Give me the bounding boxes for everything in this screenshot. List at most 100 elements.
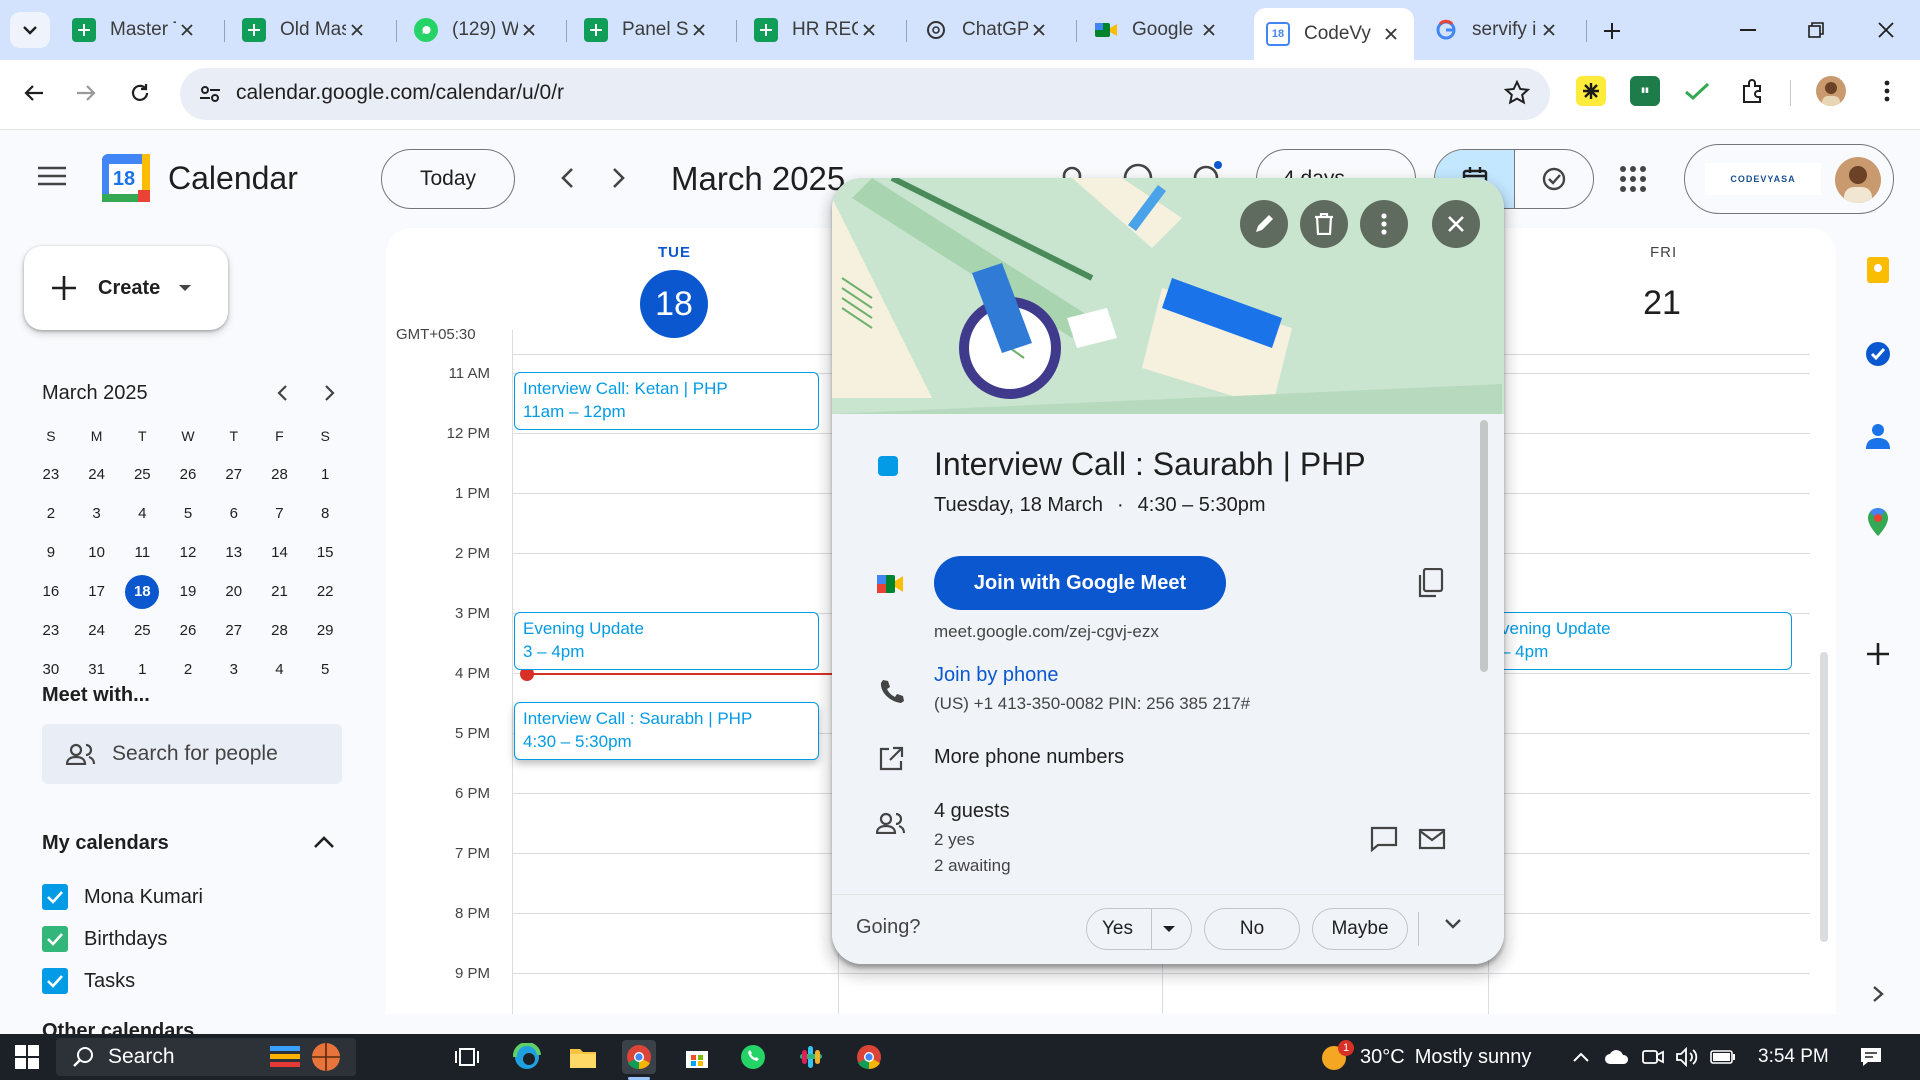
account-switcher[interactable]: CODEVYASA bbox=[1684, 144, 1894, 214]
keep-icon[interactable] bbox=[1862, 254, 1894, 286]
chrome-icon-active[interactable] bbox=[622, 1040, 656, 1074]
mini-day[interactable]: 29 bbox=[302, 622, 348, 639]
mini-day[interactable]: 6 bbox=[211, 505, 257, 522]
mini-day[interactable]: 31 bbox=[74, 661, 120, 678]
mini-day[interactable]: 19 bbox=[165, 583, 211, 600]
mini-day[interactable]: 1 bbox=[119, 661, 165, 678]
expand-rsvp-icon[interactable] bbox=[1444, 918, 1462, 930]
checkbox-checked-icon[interactable] bbox=[42, 884, 68, 910]
chrome-icon[interactable] bbox=[852, 1040, 886, 1074]
close-tab-icon[interactable] bbox=[1028, 19, 1050, 41]
search-people-input[interactable]: Search for people bbox=[42, 724, 342, 784]
rsvp-maybe-button[interactable]: Maybe bbox=[1312, 908, 1408, 950]
mini-day[interactable]: 3 bbox=[74, 505, 120, 522]
get-addons-plus-icon[interactable] bbox=[1862, 638, 1894, 670]
day-header-date[interactable]: 21 bbox=[1632, 284, 1692, 323]
mini-day[interactable]: 11 bbox=[119, 544, 165, 561]
mini-day[interactable]: 27 bbox=[211, 466, 257, 483]
caret-down-icon[interactable] bbox=[1151, 908, 1176, 950]
copy-link-icon[interactable] bbox=[1418, 568, 1444, 598]
mini-day[interactable]: 27 bbox=[211, 622, 257, 639]
close-tab-icon[interactable] bbox=[518, 19, 540, 41]
meet-link[interactable]: meet.google.com/zej-cgvj-ezx bbox=[934, 622, 1159, 642]
mini-day[interactable]: 1 bbox=[302, 466, 348, 483]
edit-event-button[interactable] bbox=[1240, 200, 1288, 248]
chat-guests-icon[interactable] bbox=[1370, 826, 1398, 852]
checkbox-checked-icon[interactable] bbox=[42, 968, 68, 994]
day-header-date-today[interactable]: 18 bbox=[640, 270, 708, 338]
mini-day[interactable]: 2 bbox=[28, 505, 74, 522]
reload-button[interactable] bbox=[120, 73, 160, 113]
mini-day[interactable]: 26 bbox=[165, 622, 211, 639]
join-google-meet-button[interactable]: Join with Google Meet bbox=[934, 556, 1226, 610]
mini-day[interactable]: 23 bbox=[28, 466, 74, 483]
mini-day[interactable]: 22 bbox=[302, 583, 348, 600]
guest-count[interactable]: 4 guests bbox=[934, 800, 1010, 823]
weather-widget[interactable]: 1 30°C Mostly sunny bbox=[1318, 1040, 1531, 1074]
address-bar[interactable]: calendar.google.com/calendar/u/0/r bbox=[180, 68, 1550, 120]
checkmark-extension-icon[interactable] bbox=[1682, 76, 1712, 106]
close-tab-icon[interactable] bbox=[346, 19, 368, 41]
join-by-phone-link[interactable]: Join by phone bbox=[934, 664, 1059, 687]
event-ketan-interview[interactable]: Interview Call: Ketan | PHP 11am – 12pm bbox=[514, 372, 819, 430]
browser-tab[interactable]: (129) W bbox=[402, 10, 552, 50]
mini-day[interactable]: 28 bbox=[257, 466, 303, 483]
extension-asterisk-icon[interactable] bbox=[1576, 76, 1606, 106]
mini-day[interactable]: 24 bbox=[74, 466, 120, 483]
mini-day[interactable]: 24 bbox=[74, 622, 120, 639]
close-tab-icon[interactable] bbox=[858, 19, 880, 41]
minimize-button[interactable] bbox=[1718, 12, 1778, 48]
browser-tab[interactable]: Panel Sh bbox=[572, 10, 722, 50]
mini-day[interactable]: 25 bbox=[119, 466, 165, 483]
create-button[interactable]: Create bbox=[24, 246, 228, 330]
mini-next-month-button[interactable] bbox=[318, 382, 340, 404]
mini-day[interactable]: 10 bbox=[74, 544, 120, 561]
contacts-icon[interactable] bbox=[1862, 420, 1894, 452]
mini-day-today[interactable]: 18 bbox=[119, 574, 165, 609]
notifications-icon[interactable] bbox=[1854, 1040, 1888, 1074]
file-explorer-icon[interactable] bbox=[566, 1040, 600, 1074]
restore-button[interactable] bbox=[1786, 12, 1846, 48]
onedrive-cloud-icon[interactable] bbox=[1600, 1040, 1634, 1074]
other-calendars-row[interactable]: Other calendars bbox=[42, 1022, 194, 1034]
forward-button[interactable] bbox=[66, 73, 106, 113]
more-options-button[interactable] bbox=[1360, 200, 1408, 248]
back-button[interactable] bbox=[14, 73, 54, 113]
browser-menu-icon[interactable] bbox=[1872, 76, 1902, 106]
browser-tab-active[interactable]: 18 CodeVy bbox=[1254, 8, 1414, 60]
edge-icon[interactable] bbox=[510, 1040, 544, 1074]
expand-side-panel-icon[interactable] bbox=[1862, 978, 1894, 1010]
calendar-item-birthdays[interactable]: Birthdays bbox=[42, 926, 167, 952]
mini-day[interactable]: 14 bbox=[257, 544, 303, 561]
mini-day[interactable]: 23 bbox=[28, 622, 74, 639]
tasks-view-icon[interactable] bbox=[1514, 150, 1593, 208]
maps-icon[interactable] bbox=[1862, 506, 1894, 538]
popup-scrollbar[interactable] bbox=[1480, 420, 1488, 672]
windows-start-icon[interactable] bbox=[10, 1040, 44, 1074]
show-hidden-icons-chevron-up-icon[interactable] bbox=[1564, 1040, 1598, 1074]
close-window-button[interactable] bbox=[1856, 12, 1916, 48]
mini-day[interactable]: 26 bbox=[165, 466, 211, 483]
mini-day[interactable]: 5 bbox=[302, 661, 348, 678]
event-evening-update[interactable]: Evening Update 3 – 4pm bbox=[514, 612, 819, 670]
bookmark-star-icon[interactable] bbox=[1504, 80, 1530, 106]
mini-day[interactable]: 7 bbox=[257, 505, 303, 522]
browser-tab[interactable]: HR REC bbox=[742, 10, 892, 50]
mini-day[interactable]: 4 bbox=[257, 661, 303, 678]
battery-icon[interactable] bbox=[1706, 1040, 1740, 1074]
slack-icon[interactable] bbox=[794, 1040, 828, 1074]
close-tab-icon[interactable] bbox=[688, 19, 710, 41]
collapse-my-calendars-button[interactable] bbox=[312, 834, 336, 850]
task-view-icon[interactable] bbox=[450, 1040, 484, 1074]
volume-icon[interactable] bbox=[1670, 1040, 1704, 1074]
mini-day[interactable]: 16 bbox=[28, 583, 74, 600]
extensions-puzzle-icon[interactable] bbox=[1738, 76, 1768, 106]
meet-camera-icon[interactable] bbox=[1636, 1040, 1670, 1074]
rsvp-no-button[interactable]: No bbox=[1204, 908, 1300, 950]
taskbar-clock[interactable]: 3:54 PM bbox=[1758, 1046, 1829, 1068]
checkbox-checked-icon[interactable] bbox=[42, 926, 68, 952]
browser-tab[interactable]: Master T bbox=[60, 10, 210, 50]
mini-day[interactable]: 3 bbox=[211, 661, 257, 678]
mini-day[interactable]: 2 bbox=[165, 661, 211, 678]
mini-day[interactable]: 5 bbox=[165, 505, 211, 522]
